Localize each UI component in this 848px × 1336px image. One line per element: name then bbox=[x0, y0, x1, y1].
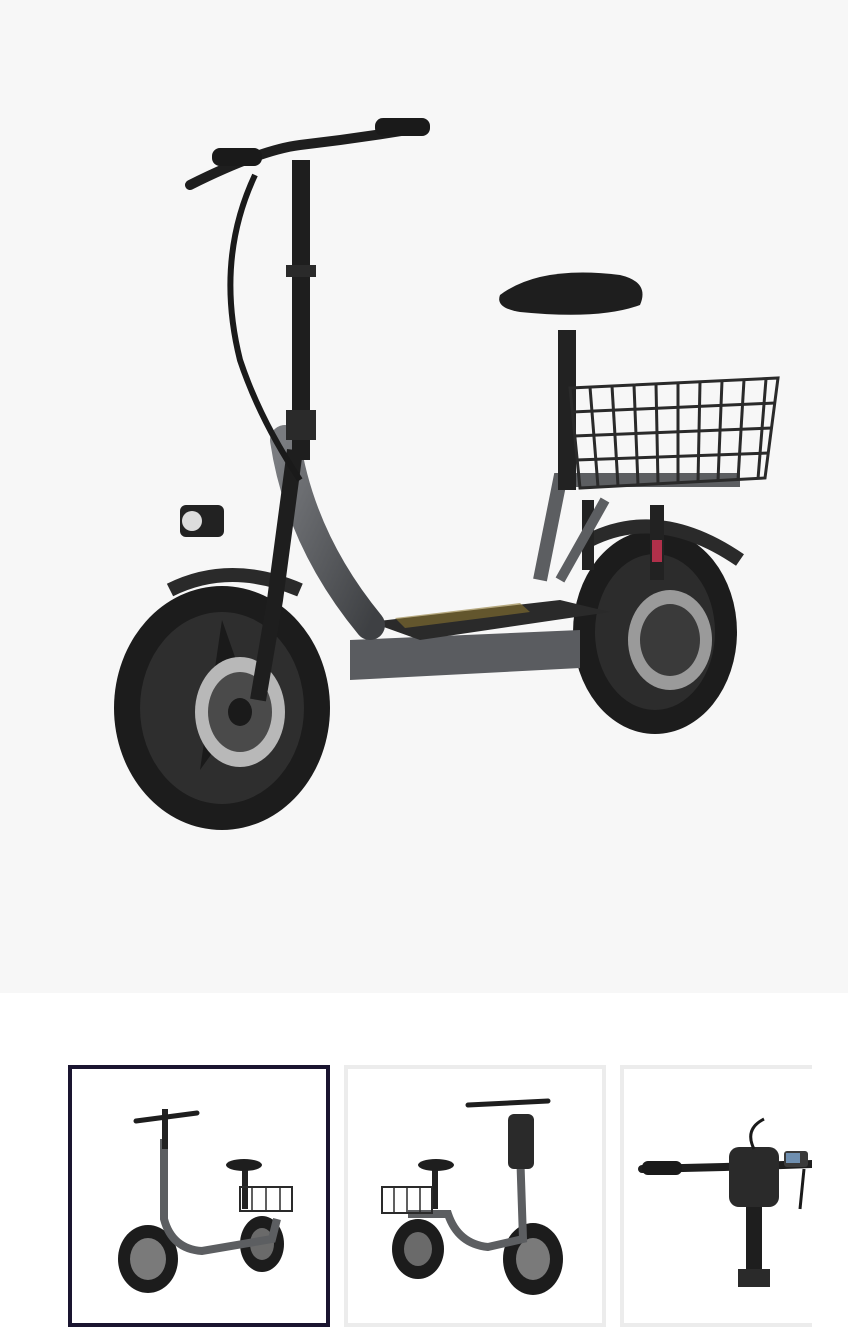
scooter-illustration bbox=[114, 118, 780, 830]
front-wheel bbox=[114, 586, 330, 830]
thumbnail-strip bbox=[0, 993, 848, 1336]
thumbnail-2[interactable] bbox=[344, 1065, 606, 1327]
handlebar-closeup-thumbnail-icon bbox=[624, 1069, 812, 1323]
main-product-image[interactable] bbox=[0, 0, 848, 993]
product-gallery bbox=[0, 0, 848, 1336]
scooter-rear-thumbnail-icon bbox=[348, 1069, 602, 1323]
scooter-front-thumbnail-icon bbox=[72, 1069, 326, 1323]
rear-basket bbox=[568, 376, 780, 490]
thumbnail-1[interactable] bbox=[68, 1065, 330, 1327]
thumbnail-3[interactable] bbox=[620, 1065, 812, 1327]
